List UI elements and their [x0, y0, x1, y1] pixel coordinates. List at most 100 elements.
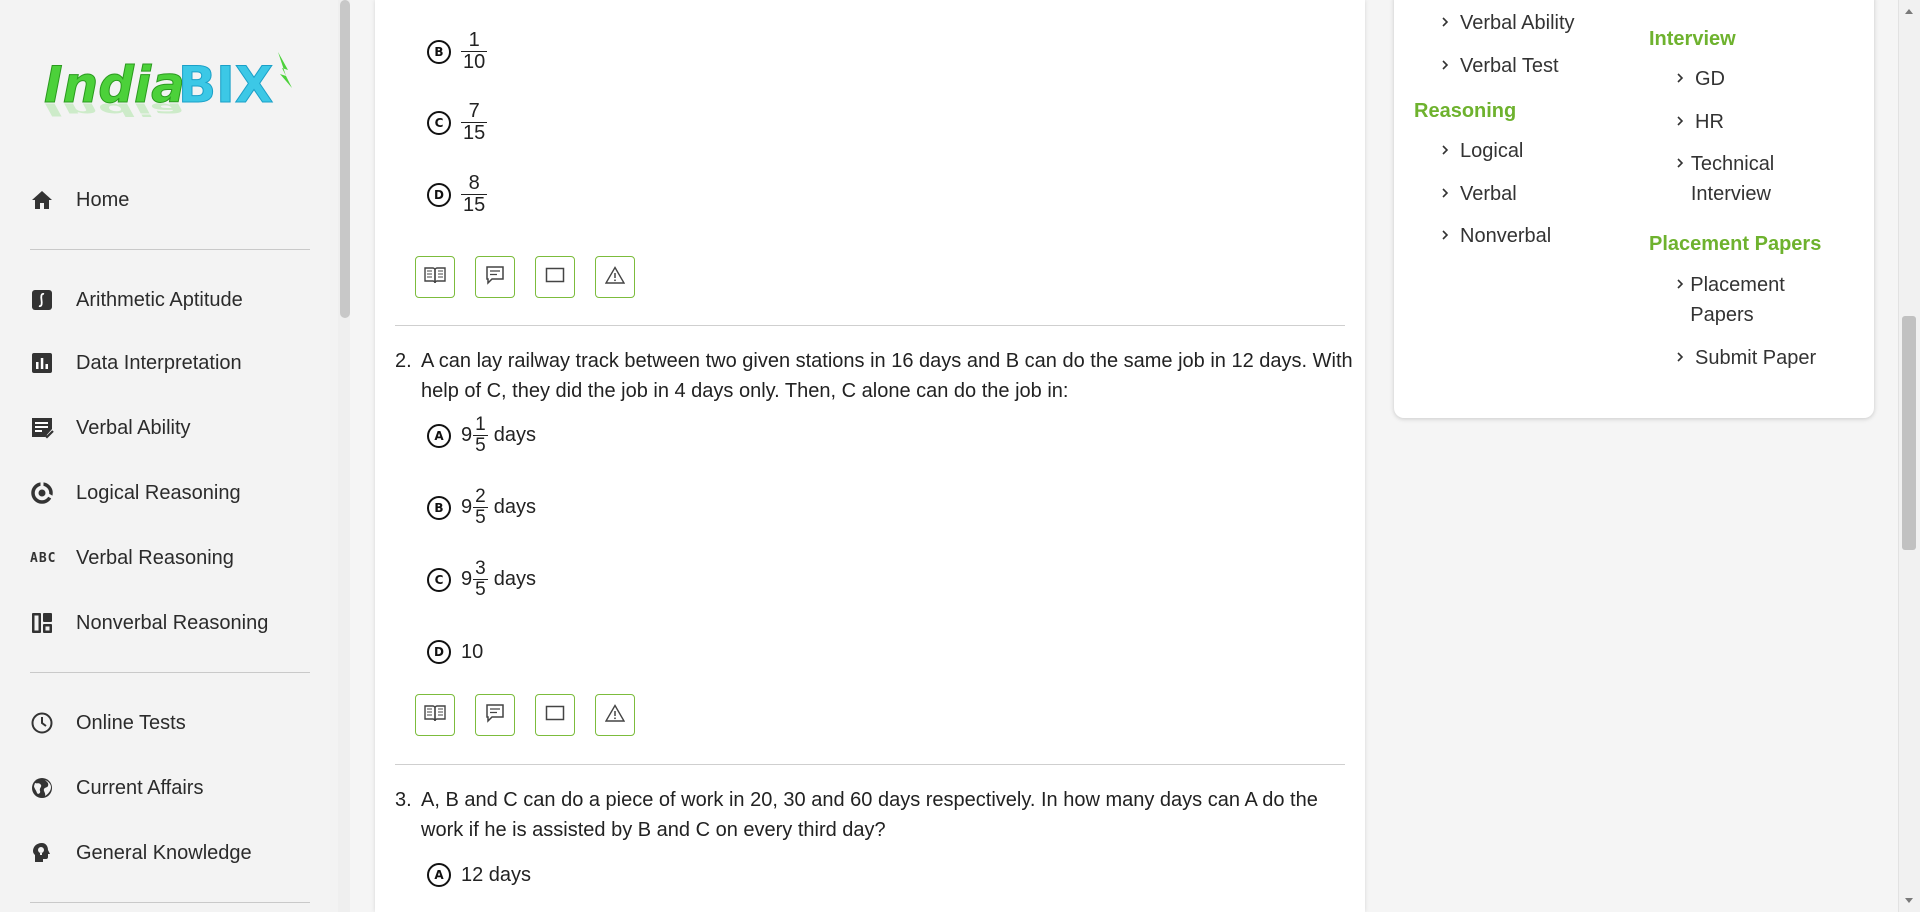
- discuss-icon: [485, 703, 505, 728]
- workspace-button[interactable]: [535, 256, 575, 298]
- report-button[interactable]: [595, 694, 635, 736]
- checklist-icon: [30, 413, 60, 443]
- scroll-down-arrow-icon[interactable]: [1902, 894, 1916, 908]
- question-number: 2.: [395, 350, 412, 372]
- chevron-right-icon: [1440, 186, 1460, 204]
- sidebar-item-data-interpretation[interactable]: Data Interpretation: [30, 341, 320, 385]
- chevron-right-icon: [1675, 114, 1695, 132]
- view-answer-button[interactable]: [415, 694, 455, 736]
- question-list: B 1 10 C 7 15 D 8 15 2. A can lay railway t…: [375, 0, 1365, 912]
- menu-link-hr[interactable]: HR: [1675, 107, 1724, 137]
- svg-text:BIX: BIX: [178, 56, 273, 114]
- menu-link-verbal-ability[interactable]: Verbal Ability: [1440, 8, 1575, 38]
- book-icon: [424, 704, 446, 727]
- question-text: A can lay railway track between two give…: [421, 350, 1353, 402]
- q2-option-d[interactable]: D 10: [427, 640, 483, 664]
- option-fraction: 1 10: [461, 29, 488, 73]
- option-letter: A: [427, 423, 451, 448]
- question-text: A, B and C can do a piece of work in 20,…: [421, 789, 1318, 841]
- option-text: 10: [461, 640, 484, 663]
- discuss-button[interactable]: [475, 256, 515, 298]
- sidebar-item-label: Online Tests: [76, 711, 186, 734]
- site-logo[interactable]: India BIX India: [42, 44, 302, 128]
- question-2: 2. A can lay railway track between two g…: [395, 346, 1355, 406]
- sidebar-item-label: Nonverbal Reasoning: [76, 611, 269, 634]
- menu-link-gd[interactable]: GD: [1675, 64, 1725, 94]
- report-button[interactable]: [595, 256, 635, 298]
- view-answer-button[interactable]: [415, 256, 455, 298]
- warning-icon: [604, 703, 626, 727]
- q2-action-bar: [415, 694, 635, 736]
- option-mixed-number: 9 25 days: [461, 486, 536, 528]
- clock-icon: [30, 708, 60, 738]
- sidebar-item-verbal-ability[interactable]: Verbal Ability: [30, 406, 320, 450]
- option-mixed-number: 9 35 days: [461, 558, 536, 600]
- q1-action-bar: [415, 256, 635, 298]
- option-letter: C: [427, 567, 451, 592]
- sidebar-item-label: Data Interpretation: [76, 351, 242, 374]
- integral-icon: [30, 285, 60, 315]
- chevron-right-icon: [1440, 143, 1460, 161]
- sidebar-scrollbar-thumb[interactable]: [340, 0, 350, 318]
- workspace-icon: [545, 705, 565, 726]
- sidebar-item-label: General Knowledge: [76, 841, 252, 864]
- sidebar-item-label: Verbal Reasoning: [76, 546, 234, 569]
- menu-heading-reasoning[interactable]: Reasoning: [1414, 100, 1516, 123]
- q2-option-a[interactable]: A 9 15 days: [427, 415, 536, 456]
- sidebar-item-home[interactable]: Home: [30, 178, 320, 222]
- menu-link-verbal-test[interactable]: Verbal Test: [1440, 51, 1559, 81]
- chevron-right-icon: [1440, 58, 1460, 76]
- sidebar-divider: [30, 902, 310, 903]
- chevron-right-icon: [1675, 350, 1695, 368]
- workspace-button[interactable]: [535, 694, 575, 736]
- q3-option-a[interactable]: A 12 days: [427, 863, 531, 887]
- sidebar-item-verbal-reasoning[interactable]: ABC Verbal Reasoning: [30, 536, 320, 580]
- sidebar-item-current-affairs[interactable]: Current Affairs: [30, 766, 320, 810]
- sidebar-divider: [30, 249, 310, 250]
- menu-heading-interview[interactable]: Interview: [1649, 28, 1736, 51]
- option-letter: C: [427, 110, 451, 135]
- page-scrollbar-thumb[interactable]: [1902, 316, 1916, 550]
- sidebar: India BIX India Home Arithmetic Aptitude…: [0, 0, 344, 912]
- menu-link-submit-paper[interactable]: Submit Paper: [1675, 343, 1816, 373]
- q1-option-b[interactable]: B 1 10: [427, 29, 488, 73]
- menu-link-nonverbal[interactable]: Nonverbal: [1440, 221, 1551, 251]
- q2-option-b[interactable]: B 9 25 days: [427, 487, 536, 528]
- sidebar-item-nonverbal-reasoning[interactable]: Nonverbal Reasoning: [30, 601, 320, 645]
- globe-icon: [30, 773, 60, 803]
- question-number: 3.: [395, 789, 412, 811]
- sidebar-item-label: Arithmetic Aptitude: [76, 288, 243, 311]
- q1-option-c[interactable]: C 7 15: [427, 101, 488, 144]
- logic-icon: [30, 478, 60, 508]
- sidebar-item-online-tests[interactable]: Online Tests: [30, 701, 320, 745]
- menu-link-verbal[interactable]: Verbal: [1440, 179, 1517, 209]
- sidebar-item-label: Current Affairs: [76, 776, 204, 799]
- sidebar-item-label: Home: [76, 188, 130, 211]
- bulb-head-icon: [30, 838, 60, 868]
- option-text: 12 days: [461, 863, 532, 886]
- abc-icon: ABC: [30, 550, 57, 566]
- question-divider: [395, 764, 1345, 765]
- sidebar-item-general-knowledge[interactable]: General Knowledge: [30, 831, 320, 875]
- sidebar-item-logical-reasoning[interactable]: Logical Reasoning: [30, 471, 320, 515]
- chevron-right-icon: [1675, 277, 1690, 295]
- option-letter: B: [427, 495, 451, 520]
- menu-link-technical-interview[interactable]: Technical Interview: [1675, 149, 1825, 209]
- q1-option-d[interactable]: D 8 15: [427, 173, 488, 216]
- discuss-button[interactable]: [475, 694, 515, 736]
- book-icon: [424, 266, 446, 289]
- home-icon: [30, 185, 60, 215]
- scroll-up-arrow-icon[interactable]: [1902, 4, 1916, 18]
- menu-heading-placement-papers[interactable]: Placement Papers: [1649, 233, 1821, 256]
- q2-option-c[interactable]: C 9 35 days: [427, 559, 536, 600]
- sidebar-item-label: Logical Reasoning: [76, 481, 241, 504]
- option-letter: B: [427, 39, 451, 64]
- menu-link-placement-papers[interactable]: Placement Papers: [1675, 270, 1815, 330]
- option-mixed-number: 9 15 days: [461, 414, 536, 456]
- sidebar-item-label: Verbal Ability: [76, 416, 191, 439]
- menu-link-logical[interactable]: Logical: [1440, 136, 1523, 166]
- question-divider: [395, 325, 1345, 326]
- dashboard-icon: [30, 608, 60, 638]
- chevron-right-icon: [1440, 228, 1460, 246]
- sidebar-item-arithmetic-aptitude[interactable]: Arithmetic Aptitude: [30, 278, 320, 322]
